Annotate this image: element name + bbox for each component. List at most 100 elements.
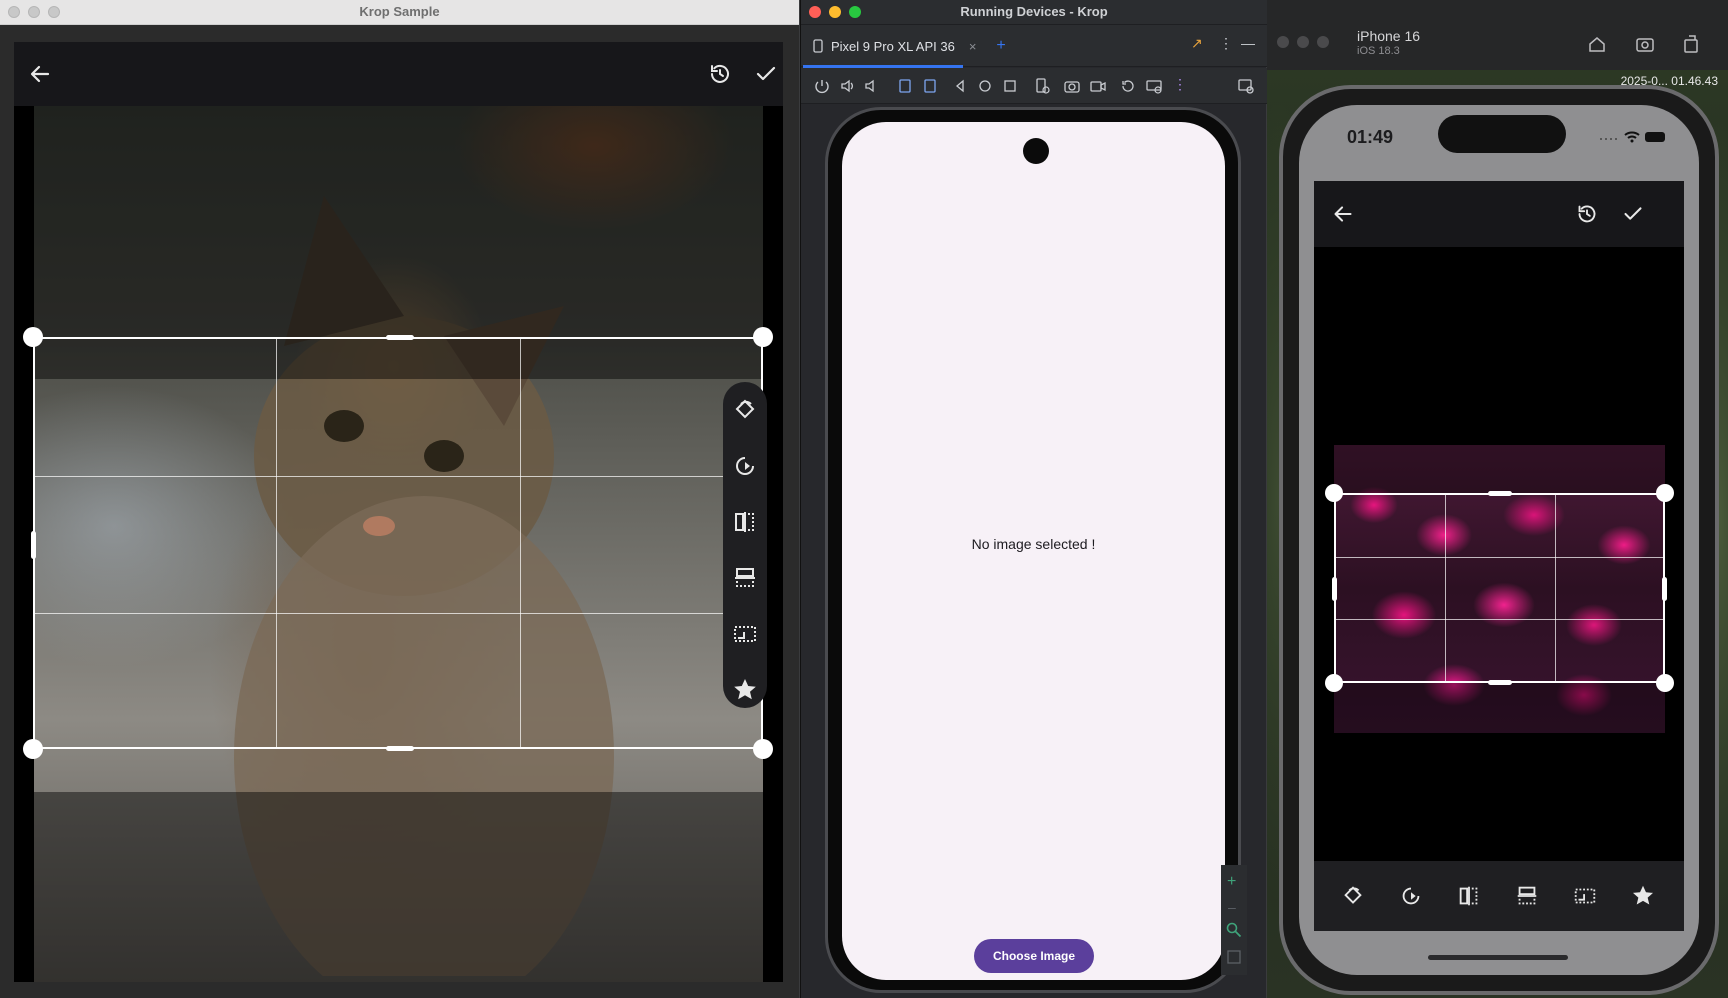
- flip-horizontal-icon[interactable]: [1456, 883, 1482, 909]
- window-titlebar[interactable]: Krop Sample: [0, 0, 799, 25]
- crop-tools-toolbar: [1314, 861, 1684, 931]
- android-phone-frame: No image selected ! Choose Image: [825, 107, 1241, 993]
- iphone-frame: 01:49: [1279, 85, 1719, 995]
- reset-history-icon[interactable]: [1572, 199, 1602, 229]
- minimize-panel-icon[interactable]: —: [1241, 35, 1255, 51]
- grid-line: [35, 476, 761, 477]
- device-settings-icon[interactable]: [1033, 77, 1051, 95]
- crop-edge-handle-left[interactable]: [1332, 577, 1337, 601]
- crop-edge-handle-top[interactable]: [1488, 491, 1512, 496]
- screenshot-icon[interactable]: [1063, 77, 1081, 95]
- device-tab-bar: Pixel 9 Pro XL API 36 × + ↗ ⋮ —: [801, 25, 1267, 68]
- back-icon[interactable]: [1328, 199, 1358, 229]
- home-indicator[interactable]: [1428, 955, 1568, 960]
- running-devices-window: Running Devices - Krop Pixel 9 Pro XL AP…: [800, 0, 1267, 998]
- close-tab-icon[interactable]: ×: [969, 39, 977, 54]
- crop-edge-handle-left[interactable]: [31, 531, 36, 559]
- flip-vertical-icon[interactable]: [1514, 883, 1540, 909]
- zoom-fit-icon[interactable]: [1225, 921, 1243, 939]
- flip-horizontal-icon[interactable]: [731, 508, 759, 536]
- star-shape-icon[interactable]: [731, 676, 759, 704]
- screen-record-icon[interactable]: [1089, 77, 1107, 95]
- aspect-ratio-icon[interactable]: [1572, 883, 1598, 909]
- rotate-left-icon[interactable]: [1340, 883, 1366, 909]
- external-arrow-icon[interactable]: ↗: [1191, 35, 1203, 52]
- zoom-window-button[interactable]: [1317, 36, 1329, 48]
- zoom-in-icon[interactable]: +: [1227, 873, 1236, 891]
- status-icons: [1600, 131, 1665, 143]
- crop-mask-bottom: [1334, 683, 1665, 733]
- grid-line: [1336, 619, 1663, 620]
- rotate-right-device-icon[interactable]: [921, 77, 939, 95]
- rotate-right-icon[interactable]: [731, 452, 759, 480]
- confirm-check-icon[interactable]: [1618, 199, 1648, 229]
- more-options-icon[interactable]: ⋮: [1219, 35, 1233, 52]
- layout-inspector-icon[interactable]: [1237, 77, 1255, 95]
- android-screen[interactable]: No image selected ! Choose Image: [842, 122, 1225, 980]
- iphone-screen[interactable]: 01:49: [1299, 105, 1699, 975]
- snapshot-icon[interactable]: [1119, 77, 1137, 95]
- krop-sample-window: Krop Sample: [0, 0, 799, 998]
- ios-simulator-window: iPhone 16 iOS 18.3 2025-0... 01.46.43 01…: [1267, 0, 1728, 998]
- extended-controls-icon[interactable]: [1145, 77, 1163, 95]
- minimize-window-button[interactable]: [1297, 36, 1309, 48]
- add-device-icon[interactable]: +: [996, 37, 1005, 55]
- crop-appbar: [1314, 181, 1684, 247]
- reset-history-icon[interactable]: [704, 58, 736, 90]
- crop-corner-handle-bottom-left[interactable]: [1325, 674, 1343, 692]
- home-nav-icon[interactable]: [976, 77, 994, 95]
- crop-edge-handle-bottom[interactable]: [386, 746, 414, 751]
- tab-pixel-device[interactable]: Pixel 9 Pro XL API 36 × +: [811, 33, 1006, 59]
- grid-line: [1445, 495, 1446, 681]
- back-nav-icon[interactable]: [951, 77, 969, 95]
- device-name: iPhone 16: [1357, 28, 1421, 44]
- close-window-button[interactable]: [1277, 36, 1289, 48]
- crop-corner-handle-top-right[interactable]: [753, 327, 773, 347]
- tab-label: Pixel 9 Pro XL API 36: [831, 38, 955, 54]
- grid-line: [1555, 495, 1556, 681]
- grid-line: [1336, 557, 1663, 558]
- crop-corner-handle-bottom-right[interactable]: [753, 739, 773, 759]
- crop-corner-handle-bottom-right[interactable]: [1656, 674, 1674, 692]
- star-shape-icon[interactable]: [1630, 883, 1656, 909]
- crop-corner-handle-top-left[interactable]: [23, 327, 43, 347]
- dynamic-island: [1438, 115, 1566, 153]
- rotate-device-icon[interactable]: [1681, 34, 1701, 54]
- crop-edge-handle-bottom[interactable]: [1488, 680, 1512, 685]
- more-controls-icon[interactable]: ⋮: [1173, 76, 1187, 93]
- flip-vertical-icon[interactable]: [731, 564, 759, 592]
- confirm-check-icon[interactable]: [750, 58, 782, 90]
- power-icon[interactable]: [813, 77, 831, 95]
- crop-corner-handle-top-left[interactable]: [1325, 484, 1343, 502]
- choose-image-button[interactable]: Choose Image: [974, 939, 1094, 973]
- rotate-right-icon[interactable]: [1398, 883, 1424, 909]
- home-icon[interactable]: [1587, 34, 1607, 54]
- window-title: Krop Sample: [359, 4, 440, 19]
- rotate-left-device-icon[interactable]: [896, 77, 914, 95]
- aspect-ratio-icon[interactable]: [731, 620, 759, 648]
- signal-icon: [1600, 138, 1617, 140]
- zoom-actual-icon[interactable]: [1226, 949, 1242, 965]
- crop-tools-toolbar: [723, 382, 767, 708]
- zoom-out-icon[interactable]: –: [1228, 899, 1236, 915]
- grid-line: [35, 613, 761, 614]
- crop-rectangle[interactable]: [1325, 484, 1674, 692]
- empty-state-message: No image selected !: [971, 536, 1096, 552]
- overview-nav-icon[interactable]: [1001, 77, 1019, 95]
- volume-down-icon[interactable]: [863, 77, 881, 95]
- simulator-titlebar[interactable]: iPhone 16 iOS 18.3: [1267, 0, 1728, 70]
- volume-up-icon[interactable]: [839, 77, 857, 95]
- crop-edge-handle-top[interactable]: [386, 335, 414, 340]
- screenshot-icon[interactable]: [1635, 34, 1655, 54]
- crop-edge-handle-right[interactable]: [1662, 577, 1667, 601]
- crop-rectangle[interactable]: [23, 327, 773, 759]
- window-title: Running Devices - Krop: [960, 4, 1108, 19]
- window-titlebar[interactable]: Running Devices - Krop: [801, 0, 1267, 25]
- crop-corner-handle-top-right[interactable]: [1656, 484, 1674, 502]
- wifi-icon: [1624, 131, 1640, 139]
- rotate-left-icon[interactable]: [731, 396, 759, 424]
- back-icon[interactable]: [24, 58, 56, 90]
- camera-cutout: [1023, 138, 1049, 164]
- device-controls-toolbar: ⋮: [801, 68, 1267, 104]
- crop-corner-handle-bottom-left[interactable]: [23, 739, 43, 759]
